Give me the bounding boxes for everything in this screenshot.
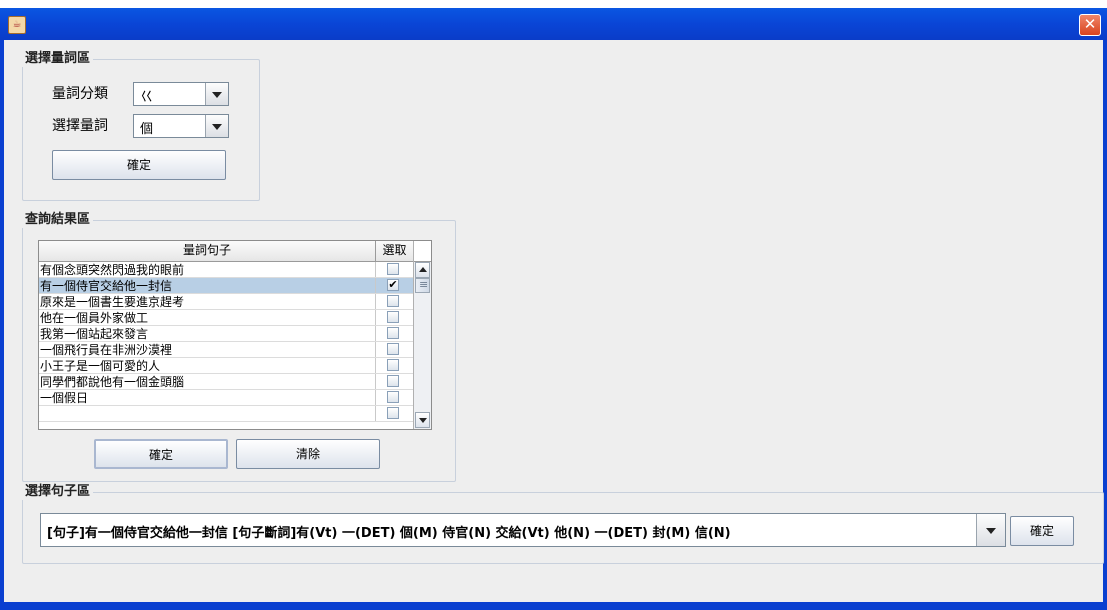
row-sentence: 有個念頭突然閃過我的眼前 (40, 263, 185, 277)
select-checkbox[interactable] (387, 359, 399, 371)
column-divider (375, 262, 376, 278)
table-row[interactable]: 有個念頭突然閃過我的眼前 (39, 262, 413, 278)
row-sentence: 同學們都說他有一個金頭腦 (40, 375, 185, 389)
select-checkbox[interactable]: ✔ (387, 279, 399, 291)
table-row[interactable]: 同學們都說他有一個金頭腦 (39, 374, 413, 390)
java-cup-icon[interactable]: ☕ (8, 16, 26, 34)
column-divider (375, 342, 376, 358)
select-checkbox[interactable] (387, 407, 399, 419)
chevron-down-icon[interactable] (205, 83, 228, 105)
column-divider (375, 278, 376, 294)
sentence-confirm-button[interactable]: 確定 (1010, 516, 1074, 546)
classifier-select[interactable]: 個 (133, 114, 229, 138)
scroll-down-icon[interactable] (415, 412, 430, 428)
sentence-select[interactable]: [句子]有一個侍官交給他一封信 [句子斷詞]有(Vt) 一(DET) 個(M) … (40, 513, 1006, 547)
row-sentence: 我第一個站起來發言 (40, 327, 149, 341)
row-sentence: 原來是一個書生要進京趕考 (40, 295, 185, 309)
results-confirm-button[interactable]: 確定 (94, 439, 228, 469)
select-checkbox[interactable] (387, 327, 399, 339)
sentence-select-value: [句子]有一個侍官交給他一封信 [句子斷詞]有(Vt) 一(DET) 個(M) … (47, 526, 731, 541)
table-row[interactable]: 小王子是一個可愛的人 (39, 358, 413, 374)
category-select-value: 巜 (140, 90, 154, 105)
chevron-down-icon[interactable] (976, 514, 1005, 546)
select-checkbox[interactable] (387, 311, 399, 323)
results-group-title: 查詢結果區 (22, 212, 94, 228)
scroll-thumb[interactable] (415, 278, 430, 293)
classifier-group-title: 選擇量詞區 (22, 51, 94, 67)
column-divider (375, 294, 376, 310)
scrollbar-corner (414, 241, 431, 262)
category-label: 量詞分類 (52, 86, 108, 102)
select-checkbox[interactable] (387, 375, 399, 387)
select-checkbox[interactable] (387, 263, 399, 275)
select-checkbox[interactable] (387, 391, 399, 403)
classifier-select-value: 個 (140, 122, 154, 137)
close-button[interactable]: ✕ (1079, 14, 1101, 36)
row-sentence: 小王子是一個可愛的人 (40, 359, 161, 373)
classifier-confirm-button[interactable]: 確定 (52, 150, 226, 180)
table-row[interactable]: 一個假日 (39, 390, 413, 406)
row-sentence: 一個假日 (40, 391, 89, 405)
row-sentence: 一個飛行員在非洲沙漠裡 (40, 343, 173, 357)
row-sentence: 有一個侍官交給他一封信 (40, 279, 173, 293)
column-divider (375, 390, 376, 406)
select-checkbox[interactable] (387, 295, 399, 307)
table-row[interactable]: 他在一個員外家做工 (39, 310, 413, 326)
results-table: 量詞句子 選取 有個念頭突然閃過我的眼前 有一個侍官交給他一封信 ✔ 原來是一個書生要… (38, 240, 432, 430)
select-checkbox[interactable] (387, 343, 399, 355)
table-row[interactable] (39, 406, 413, 422)
row-sentence: 他在一個員外家做工 (40, 311, 149, 325)
column-header-select[interactable]: 選取 (376, 241, 413, 261)
table-row[interactable]: 原來是一個書生要進京趕考 (39, 294, 413, 310)
column-header-sentence[interactable]: 量詞句子 (39, 241, 376, 261)
column-divider (375, 406, 376, 422)
title-bar[interactable]: ☕ ✕ (0, 0, 1107, 40)
table-header: 量詞句子 選取 (39, 241, 413, 262)
window-bottom-border (4, 602, 1103, 610)
column-divider (375, 326, 376, 342)
sentence-group-title: 選擇句子區 (22, 484, 94, 500)
row-divider (39, 421, 413, 422)
chevron-down-icon[interactable] (205, 115, 228, 137)
vertical-scrollbar[interactable] (413, 241, 431, 429)
classifier-label: 選擇量詞 (52, 118, 108, 134)
scroll-up-icon[interactable] (415, 262, 430, 278)
table-row[interactable]: 一個飛行員在非洲沙漠裡 (39, 342, 413, 358)
category-select[interactable]: 巜 (133, 82, 229, 106)
column-divider (375, 374, 376, 390)
table-row[interactable]: 我第一個站起來發言 (39, 326, 413, 342)
table-row[interactable]: 有一個侍官交給他一封信 ✔ (39, 278, 413, 294)
column-divider (375, 310, 376, 326)
results-clear-button[interactable]: 清除 (236, 439, 380, 469)
title-bar-top-strip (0, 0, 1107, 8)
column-divider (375, 358, 376, 374)
